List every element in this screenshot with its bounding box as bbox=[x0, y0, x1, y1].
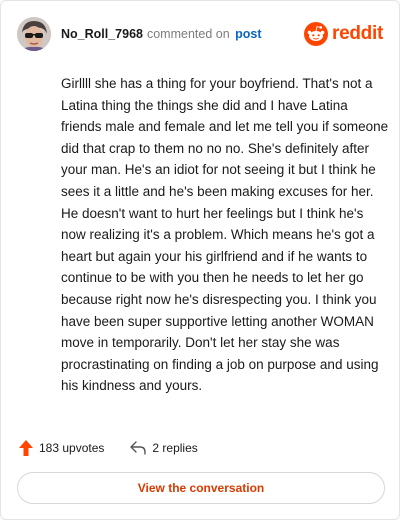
reddit-logo[interactable]: reddit bbox=[304, 22, 383, 46]
replies-button[interactable]: 2 replies bbox=[130, 441, 198, 455]
reddit-snoo-icon bbox=[304, 22, 329, 46]
upvote-button[interactable]: 183 upvotes bbox=[19, 440, 104, 456]
reply-count: 2 replies bbox=[152, 441, 198, 455]
username-link[interactable]: No_Roll_7968 bbox=[61, 27, 143, 41]
comment-header: No_Roll_7968 commented on post reddit bbox=[17, 17, 383, 51]
reply-arrow-icon bbox=[130, 441, 147, 455]
comment-body: Girllll she has a thing for your boyfrie… bbox=[61, 76, 389, 394]
comment-card: No_Roll_7968 commented on post reddit Gir… bbox=[0, 0, 400, 520]
brand-wordmark: reddit bbox=[332, 23, 383, 44]
view-conversation-button[interactable]: View the conversation bbox=[17, 472, 385, 504]
comment-meta: No_Roll_7968 commented on post bbox=[61, 27, 262, 41]
action-text: commented on bbox=[146, 27, 230, 41]
avatar-image bbox=[17, 17, 51, 51]
comment-stats: 183 upvotes 2 replies bbox=[19, 438, 198, 458]
post-link[interactable]: post bbox=[235, 27, 261, 41]
avatar[interactable] bbox=[17, 17, 51, 51]
upvote-count: 183 upvotes bbox=[39, 441, 105, 455]
upvote-arrow-icon bbox=[19, 440, 33, 456]
